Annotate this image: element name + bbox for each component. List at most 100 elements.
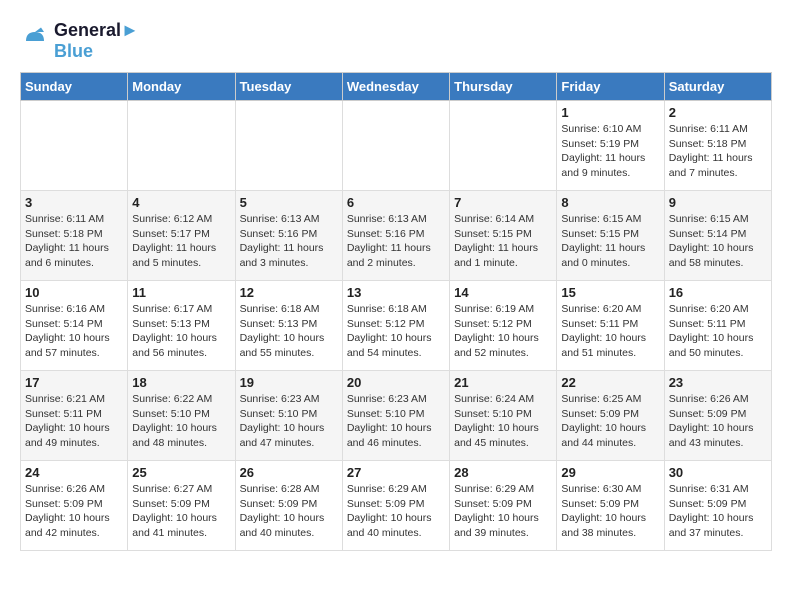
calendar-cell: 30 Sunrise: 6:31 AMSunset: 5:09 PMDayligh… <box>664 461 771 551</box>
day-number: 8 <box>561 195 659 210</box>
day-number: 4 <box>132 195 230 210</box>
calendar-cell: 28 Sunrise: 6:29 AMSunset: 5:09 PMDayligh… <box>450 461 557 551</box>
calendar-cell: 22 Sunrise: 6:25 AMSunset: 5:09 PMDayligh… <box>557 371 664 461</box>
day-number: 25 <box>132 465 230 480</box>
day-info: Sunrise: 6:13 AMSunset: 5:16 PMDaylight:… <box>347 212 445 271</box>
day-number: 24 <box>25 465 123 480</box>
weekday-header: Wednesday <box>342 73 449 101</box>
day-number: 2 <box>669 105 767 120</box>
page-header: General► Blue <box>20 20 772 62</box>
day-info: Sunrise: 6:22 AMSunset: 5:10 PMDaylight:… <box>132 392 230 451</box>
day-number: 6 <box>347 195 445 210</box>
day-number: 26 <box>240 465 338 480</box>
calendar-cell <box>235 101 342 191</box>
day-info: Sunrise: 6:18 AMSunset: 5:13 PMDaylight:… <box>240 302 338 361</box>
day-info: Sunrise: 6:29 AMSunset: 5:09 PMDaylight:… <box>454 482 552 541</box>
day-number: 28 <box>454 465 552 480</box>
calendar-week-row: 24 Sunrise: 6:26 AMSunset: 5:09 PMDayligh… <box>21 461 772 551</box>
day-number: 15 <box>561 285 659 300</box>
calendar-cell: 1Sunrise: 6:10 AMSunset: 5:19 PMDaylight… <box>557 101 664 191</box>
calendar-cell: 21 Sunrise: 6:24 AMSunset: 5:10 PMDayligh… <box>450 371 557 461</box>
calendar-cell: 26 Sunrise: 6:28 AMSunset: 5:09 PMDayligh… <box>235 461 342 551</box>
day-number: 10 <box>25 285 123 300</box>
day-number: 19 <box>240 375 338 390</box>
day-number: 14 <box>454 285 552 300</box>
calendar-cell: 10Sunrise: 6:16 AMSunset: 5:14 PMDayligh… <box>21 281 128 371</box>
day-number: 13 <box>347 285 445 300</box>
day-number: 11 <box>132 285 230 300</box>
day-info: Sunrise: 6:14 AMSunset: 5:15 PMDaylight:… <box>454 212 552 271</box>
day-info: Sunrise: 6:25 AMSunset: 5:09 PMDaylight:… <box>561 392 659 451</box>
calendar-cell: 4 Sunrise: 6:12 AMSunset: 5:17 PMDaylight… <box>128 191 235 281</box>
day-info: Sunrise: 6:11 AMSunset: 5:18 PMDaylight:… <box>25 212 123 271</box>
day-number: 1 <box>561 105 659 120</box>
calendar-cell: 6 Sunrise: 6:13 AMSunset: 5:16 PMDaylight… <box>342 191 449 281</box>
calendar-cell: 8 Sunrise: 6:15 AMSunset: 5:15 PMDaylight… <box>557 191 664 281</box>
weekday-header: Thursday <box>450 73 557 101</box>
day-info: Sunrise: 6:15 AMSunset: 5:15 PMDaylight:… <box>561 212 659 271</box>
day-info: Sunrise: 6:19 AMSunset: 5:12 PMDaylight:… <box>454 302 552 361</box>
calendar-cell <box>342 101 449 191</box>
calendar-cell: 9 Sunrise: 6:15 AMSunset: 5:14 PMDaylight… <box>664 191 771 281</box>
day-number: 22 <box>561 375 659 390</box>
calendar-cell: 13 Sunrise: 6:18 AMSunset: 5:12 PMDayligh… <box>342 281 449 371</box>
calendar-week-row: 1Sunrise: 6:10 AMSunset: 5:19 PMDaylight… <box>21 101 772 191</box>
day-number: 30 <box>669 465 767 480</box>
weekday-header: Saturday <box>664 73 771 101</box>
weekday-header: Monday <box>128 73 235 101</box>
day-info: Sunrise: 6:28 AMSunset: 5:09 PMDaylight:… <box>240 482 338 541</box>
calendar-cell: 12 Sunrise: 6:18 AMSunset: 5:13 PMDayligh… <box>235 281 342 371</box>
weekday-header: Tuesday <box>235 73 342 101</box>
calendar-cell: 18 Sunrise: 6:22 AMSunset: 5:10 PMDayligh… <box>128 371 235 461</box>
calendar-cell: 3 Sunrise: 6:11 AMSunset: 5:18 PMDaylight… <box>21 191 128 281</box>
day-info: Sunrise: 6:24 AMSunset: 5:10 PMDaylight:… <box>454 392 552 451</box>
logo-text: General► Blue <box>54 20 139 62</box>
day-info: Sunrise: 6:31 AMSunset: 5:09 PMDaylight:… <box>669 482 767 541</box>
calendar-cell: 11 Sunrise: 6:17 AMSunset: 5:13 PMDayligh… <box>128 281 235 371</box>
calendar-cell: 29Sunrise: 6:30 AMSunset: 5:09 PMDayligh… <box>557 461 664 551</box>
day-info: Sunrise: 6:17 AMSunset: 5:13 PMDaylight:… <box>132 302 230 361</box>
day-number: 12 <box>240 285 338 300</box>
day-number: 9 <box>669 195 767 210</box>
day-info: Sunrise: 6:12 AMSunset: 5:17 PMDaylight:… <box>132 212 230 271</box>
day-number: 7 <box>454 195 552 210</box>
day-info: Sunrise: 6:18 AMSunset: 5:12 PMDaylight:… <box>347 302 445 361</box>
weekday-header: Sunday <box>21 73 128 101</box>
day-number: 18 <box>132 375 230 390</box>
day-info: Sunrise: 6:20 AMSunset: 5:11 PMDaylight:… <box>561 302 659 361</box>
calendar-cell: 19 Sunrise: 6:23 AMSunset: 5:10 PMDayligh… <box>235 371 342 461</box>
weekday-header: Friday <box>557 73 664 101</box>
calendar-cell: 2 Sunrise: 6:11 AMSunset: 5:18 PMDaylight… <box>664 101 771 191</box>
calendar-cell: 7 Sunrise: 6:14 AMSunset: 5:15 PMDaylight… <box>450 191 557 281</box>
day-info: Sunrise: 6:23 AMSunset: 5:10 PMDaylight:… <box>347 392 445 451</box>
day-number: 20 <box>347 375 445 390</box>
day-info: Sunrise: 6:26 AMSunset: 5:09 PMDaylight:… <box>25 482 123 541</box>
day-info: Sunrise: 6:26 AMSunset: 5:09 PMDaylight:… <box>669 392 767 451</box>
calendar-cell: 17Sunrise: 6:21 AMSunset: 5:11 PMDayligh… <box>21 371 128 461</box>
day-info: Sunrise: 6:21 AMSunset: 5:11 PMDaylight:… <box>25 392 123 451</box>
logo-icon <box>20 26 50 56</box>
calendar-cell: 16Sunrise: 6:20 AMSunset: 5:11 PMDayligh… <box>664 281 771 371</box>
calendar-week-row: 3 Sunrise: 6:11 AMSunset: 5:18 PMDaylight… <box>21 191 772 281</box>
day-number: 5 <box>240 195 338 210</box>
day-info: Sunrise: 6:23 AMSunset: 5:10 PMDaylight:… <box>240 392 338 451</box>
day-info: Sunrise: 6:29 AMSunset: 5:09 PMDaylight:… <box>347 482 445 541</box>
calendar-cell: 20 Sunrise: 6:23 AMSunset: 5:10 PMDayligh… <box>342 371 449 461</box>
calendar-cell: 15 Sunrise: 6:20 AMSunset: 5:11 PMDayligh… <box>557 281 664 371</box>
day-info: Sunrise: 6:15 AMSunset: 5:14 PMDaylight:… <box>669 212 767 271</box>
day-number: 21 <box>454 375 552 390</box>
calendar-cell <box>128 101 235 191</box>
day-number: 23 <box>669 375 767 390</box>
logo: General► Blue <box>20 20 139 62</box>
day-info: Sunrise: 6:27 AMSunset: 5:09 PMDaylight:… <box>132 482 230 541</box>
calendar-cell <box>21 101 128 191</box>
calendar-cell: 24 Sunrise: 6:26 AMSunset: 5:09 PMDayligh… <box>21 461 128 551</box>
calendar-week-row: 17Sunrise: 6:21 AMSunset: 5:11 PMDayligh… <box>21 371 772 461</box>
day-info: Sunrise: 6:13 AMSunset: 5:16 PMDaylight:… <box>240 212 338 271</box>
calendar-cell: 23 Sunrise: 6:26 AMSunset: 5:09 PMDayligh… <box>664 371 771 461</box>
day-info: Sunrise: 6:11 AMSunset: 5:18 PMDaylight:… <box>669 122 767 181</box>
calendar-cell: 5 Sunrise: 6:13 AMSunset: 5:16 PMDaylight… <box>235 191 342 281</box>
day-info: Sunrise: 6:20 AMSunset: 5:11 PMDaylight:… <box>669 302 767 361</box>
day-info: Sunrise: 6:30 AMSunset: 5:09 PMDaylight:… <box>561 482 659 541</box>
day-number: 3 <box>25 195 123 210</box>
